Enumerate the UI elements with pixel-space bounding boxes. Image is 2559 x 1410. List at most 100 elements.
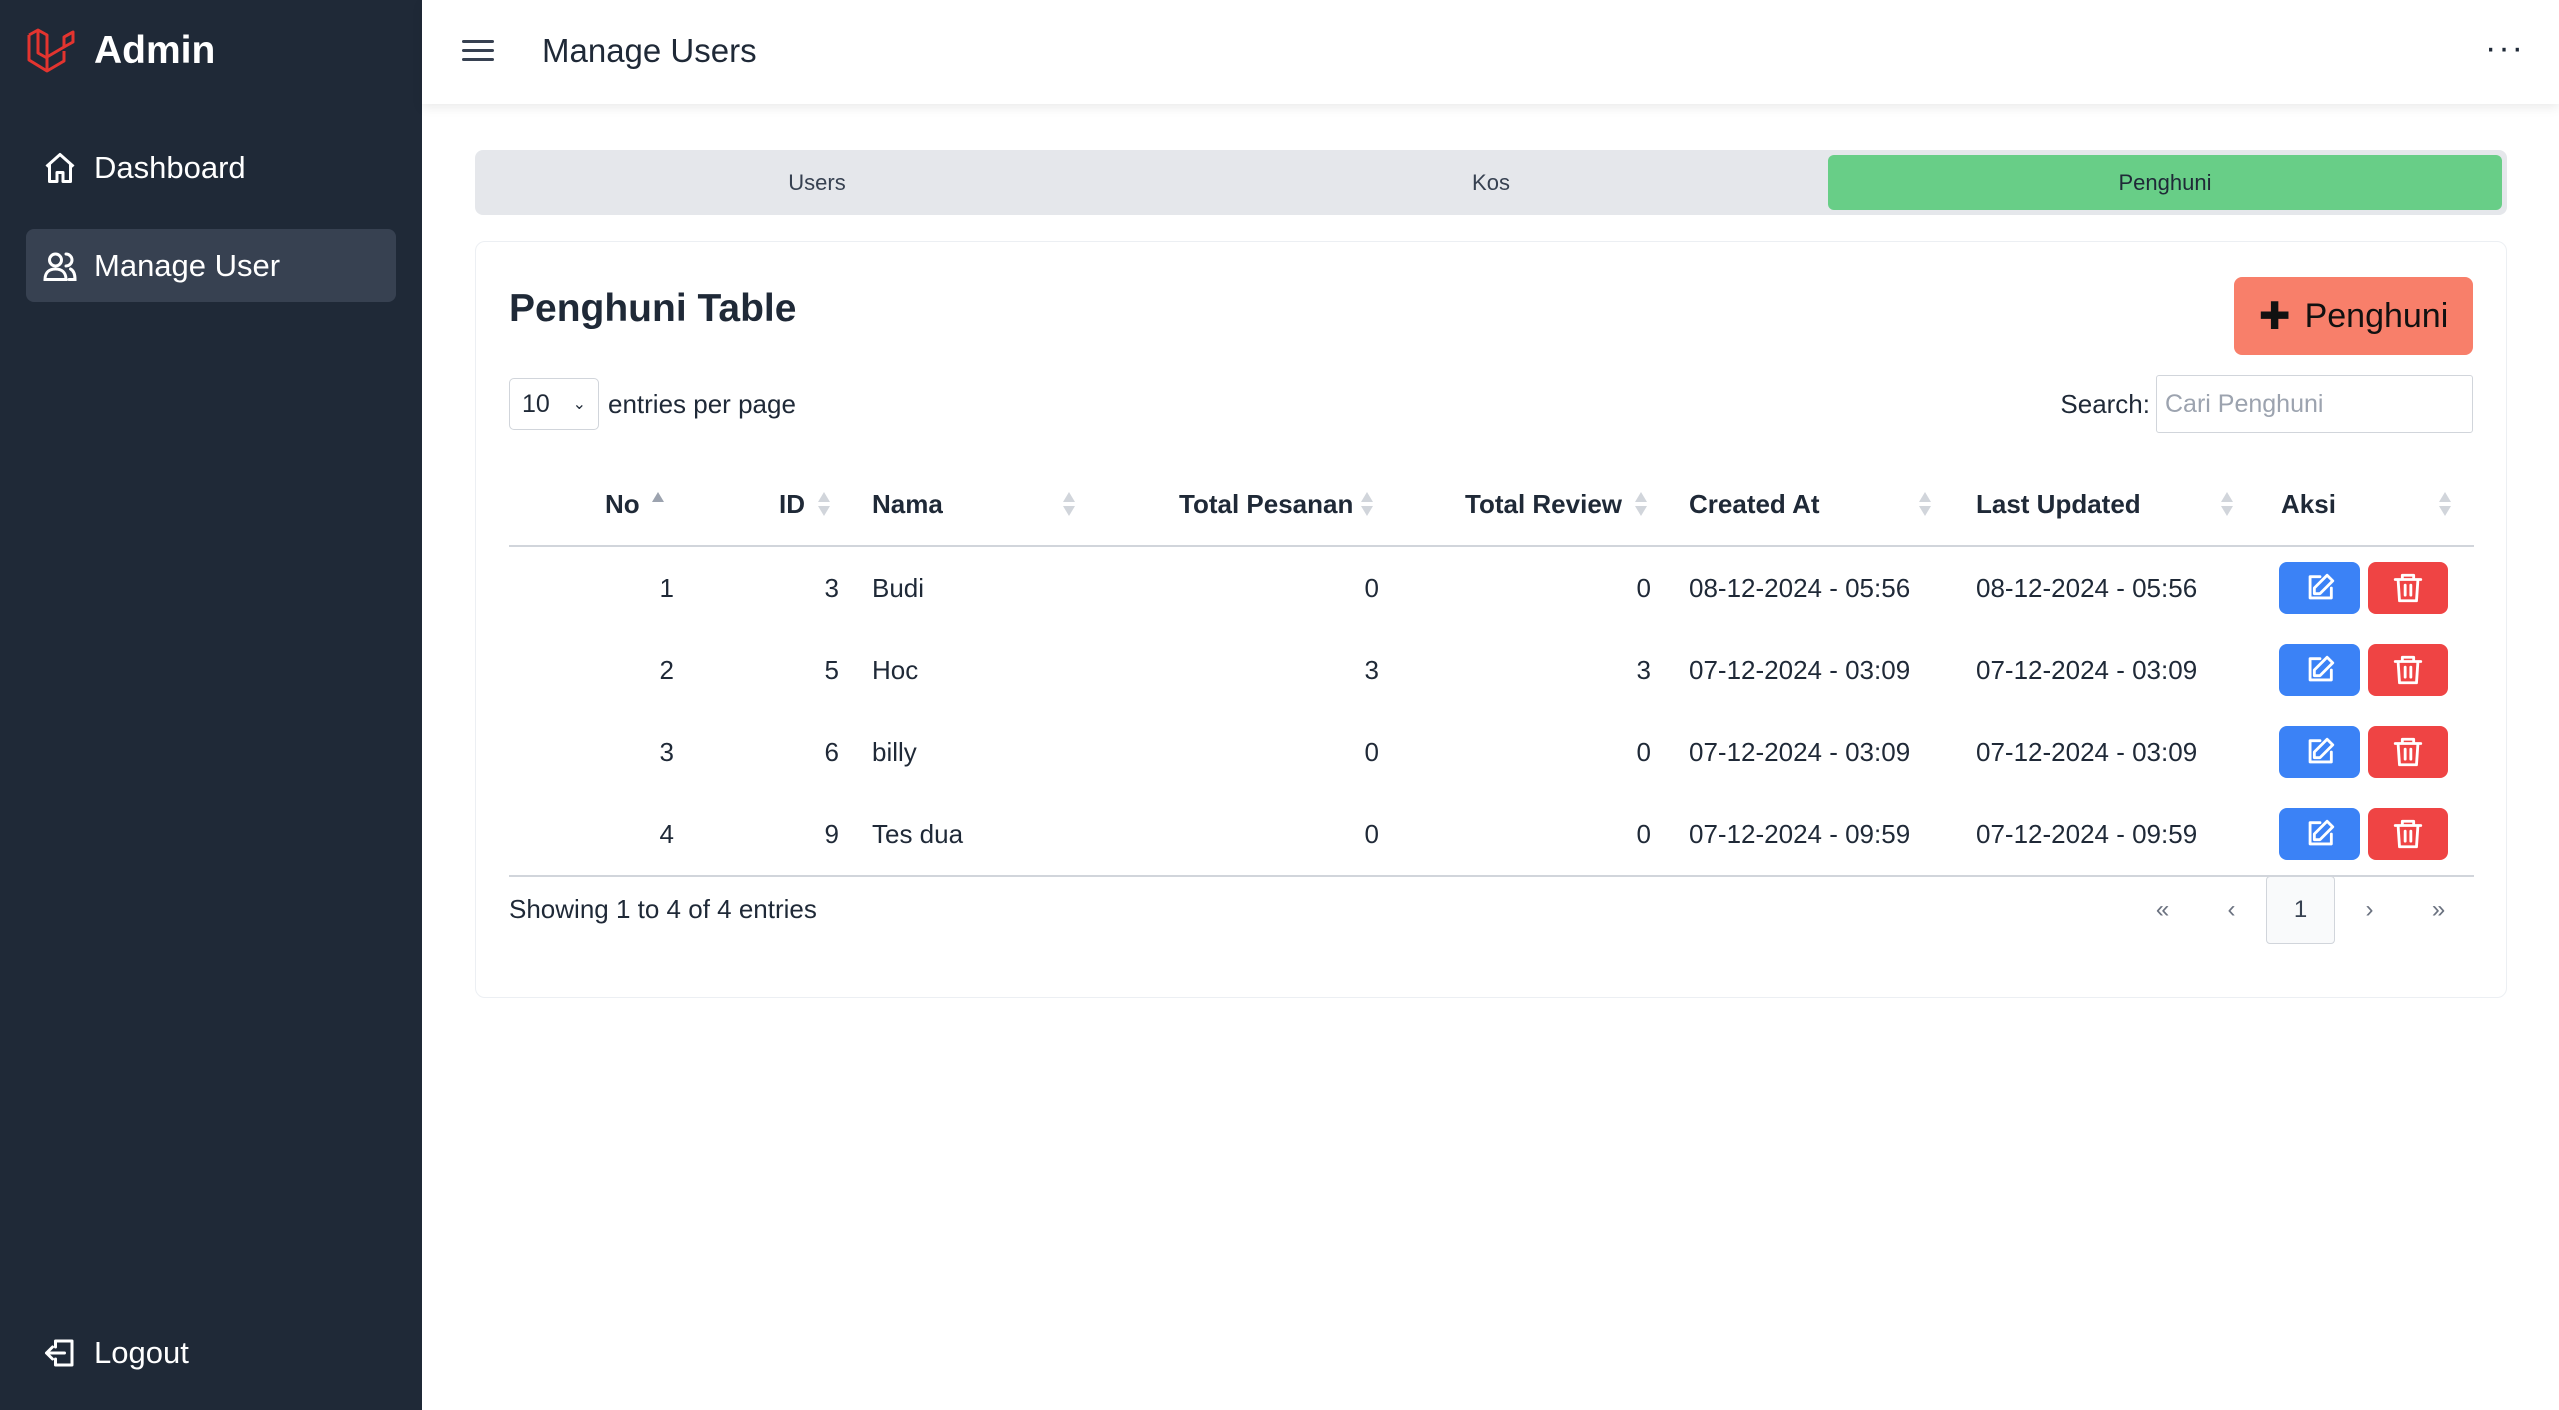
edit-icon [2308, 655, 2334, 682]
cell-total-pesanan: 0 [1364, 572, 1379, 603]
cell-created-at: 07-12-2024 - 03:09 [1689, 736, 1911, 767]
home-icon [45, 152, 75, 183]
column-header-total-pesanan[interactable]: Total Pesanan [1179, 462, 1353, 547]
cell-id: 3 [824, 572, 839, 603]
column-label: Total Review [1465, 489, 1623, 519]
column-label: Total Pesanan [1179, 489, 1354, 519]
cell-created-at: 08-12-2024 - 05:56 [1689, 572, 1911, 603]
card-title: Penghuni Table [509, 287, 797, 330]
search-label: Search: [2060, 388, 2150, 419]
table-row: 2 5 Hoc 3 3 07-12-2024 - 03:09 07-12-202… [509, 629, 2474, 711]
cell-id: 5 [824, 654, 839, 685]
page-1-button[interactable]: 1 [2266, 876, 2335, 944]
column-header-id[interactable]: ID [779, 462, 805, 547]
penghuni-card: Penghuni Table ✚ Penghuni 10 ⌄ entries p… [475, 241, 2507, 998]
hamburger-menu-icon[interactable] [462, 34, 494, 68]
sidebar: Admin Dashboard Manage User Logout [0, 0, 422, 1410]
sort-icon [1361, 492, 1373, 518]
cell-total-review: 0 [1636, 736, 1651, 767]
cell-nama: Hoc [872, 654, 919, 685]
table-row: 1 3 Budi 0 0 08-12-2024 - 05:56 08-12-20… [509, 547, 2474, 629]
cell-no: 1 [659, 572, 674, 603]
search-input[interactable] [2156, 375, 2473, 433]
edit-icon [2308, 819, 2334, 846]
tab-users[interactable]: Users [480, 155, 1154, 210]
cell-nama: Tes dua [872, 818, 964, 849]
trash-icon [2393, 819, 2423, 849]
table-body: 1 3 Budi 0 0 08-12-2024 - 05:56 08-12-20… [509, 547, 2474, 877]
table-row: 3 6 billy 0 0 07-12-2024 - 03:09 07-12-2… [509, 711, 2474, 793]
table-row: 4 9 Tes dua 0 0 07-12-2024 - 09:59 07-12… [509, 793, 2474, 875]
edit-button[interactable] [2279, 562, 2360, 614]
cell-created-at: 07-12-2024 - 09:59 [1689, 818, 1911, 849]
column-label: Aksi [2281, 489, 2336, 519]
cell-no: 3 [659, 736, 674, 767]
column-label: Nama [872, 489, 943, 519]
sidebar-item-label: Dashboard [94, 149, 246, 185]
sort-icon [2439, 492, 2451, 518]
delete-button[interactable] [2368, 808, 2448, 860]
sidebar-item-manage-user[interactable]: Manage User [26, 229, 396, 302]
delete-button[interactable] [2368, 562, 2448, 614]
cell-nama: Budi [872, 572, 925, 603]
sort-icon [1635, 492, 1647, 518]
column-header-last-updated[interactable]: Last Updated [1976, 462, 2141, 547]
add-penghuni-button[interactable]: ✚ Penghuni [2234, 277, 2473, 355]
cell-total-review: 0 [1636, 572, 1651, 603]
cell-created-at: 07-12-2024 - 03:09 [1689, 654, 1911, 685]
sidebar-item-dashboard[interactable]: Dashboard [26, 131, 396, 204]
entries-control: 10 ⌄ entries per page [509, 378, 796, 430]
edit-button[interactable] [2279, 808, 2360, 860]
column-header-no[interactable]: No [605, 462, 640, 547]
more-options-icon[interactable]: ··· [2485, 31, 2525, 65]
tab-bar: Users Kos Penghuni [475, 150, 2507, 215]
column-label: Last Updated [1976, 489, 2141, 519]
column-header-total-review[interactable]: Total Review [1465, 462, 1622, 547]
chevron-down-icon: ⌄ [572, 396, 586, 413]
column-label: ID [779, 489, 805, 519]
search-control: Search: [2060, 375, 2473, 433]
cell-total-review: 3 [1636, 654, 1651, 685]
entries-info: Showing 1 to 4 of 4 entries [509, 894, 817, 924]
column-header-nama[interactable]: Nama [872, 462, 943, 547]
cell-no: 2 [659, 654, 674, 685]
logout-label: Logout [94, 1334, 189, 1370]
cell-total-pesanan: 0 [1364, 818, 1379, 849]
column-header-aksi[interactable]: Aksi [2281, 462, 2336, 547]
trash-icon [2393, 655, 2423, 685]
cell-last-updated: 07-12-2024 - 03:09 [1976, 736, 2198, 767]
users-icon [43, 252, 77, 281]
next-page-button[interactable]: › [2335, 876, 2404, 944]
top-header: Manage Users ··· [422, 0, 2559, 104]
column-header-created-at[interactable]: Created At [1689, 462, 1820, 547]
trash-icon [2393, 573, 2423, 603]
cell-last-updated: 07-12-2024 - 09:59 [1976, 818, 2198, 849]
logout-button[interactable]: Logout [26, 1316, 396, 1389]
laravel-logo-icon [27, 28, 75, 73]
sort-icon [1919, 492, 1931, 518]
tab-kos[interactable]: Kos [1154, 155, 1828, 210]
pagination: « ‹ 1 › » [2128, 876, 2473, 944]
last-page-button[interactable]: » [2404, 876, 2473, 944]
brand-title: Admin [94, 29, 216, 72]
prev-page-button[interactable]: ‹ [2197, 876, 2266, 944]
cell-id: 6 [824, 736, 839, 767]
delete-button[interactable] [2368, 644, 2448, 696]
edit-button[interactable] [2279, 726, 2360, 778]
brand[interactable]: Admin [26, 26, 215, 76]
edit-button[interactable] [2279, 644, 2360, 696]
entries-value: 10 [522, 389, 550, 418]
entries-per-page-select[interactable]: 10 ⌄ [509, 378, 599, 430]
sort-icon [652, 492, 664, 518]
plus-icon: ✚ [2258, 295, 2291, 338]
sidebar-item-label: Manage User [94, 247, 281, 283]
delete-button[interactable] [2368, 726, 2448, 778]
tab-penghuni[interactable]: Penghuni [1828, 155, 2502, 210]
edit-icon [2308, 573, 2334, 600]
cell-last-updated: 07-12-2024 - 03:09 [1976, 654, 2198, 685]
entries-label: entries per page [608, 388, 796, 419]
cell-total-pesanan: 3 [1364, 654, 1379, 685]
first-page-button[interactable]: « [2128, 876, 2197, 944]
edit-icon [2308, 737, 2334, 764]
cell-id: 9 [824, 818, 839, 849]
